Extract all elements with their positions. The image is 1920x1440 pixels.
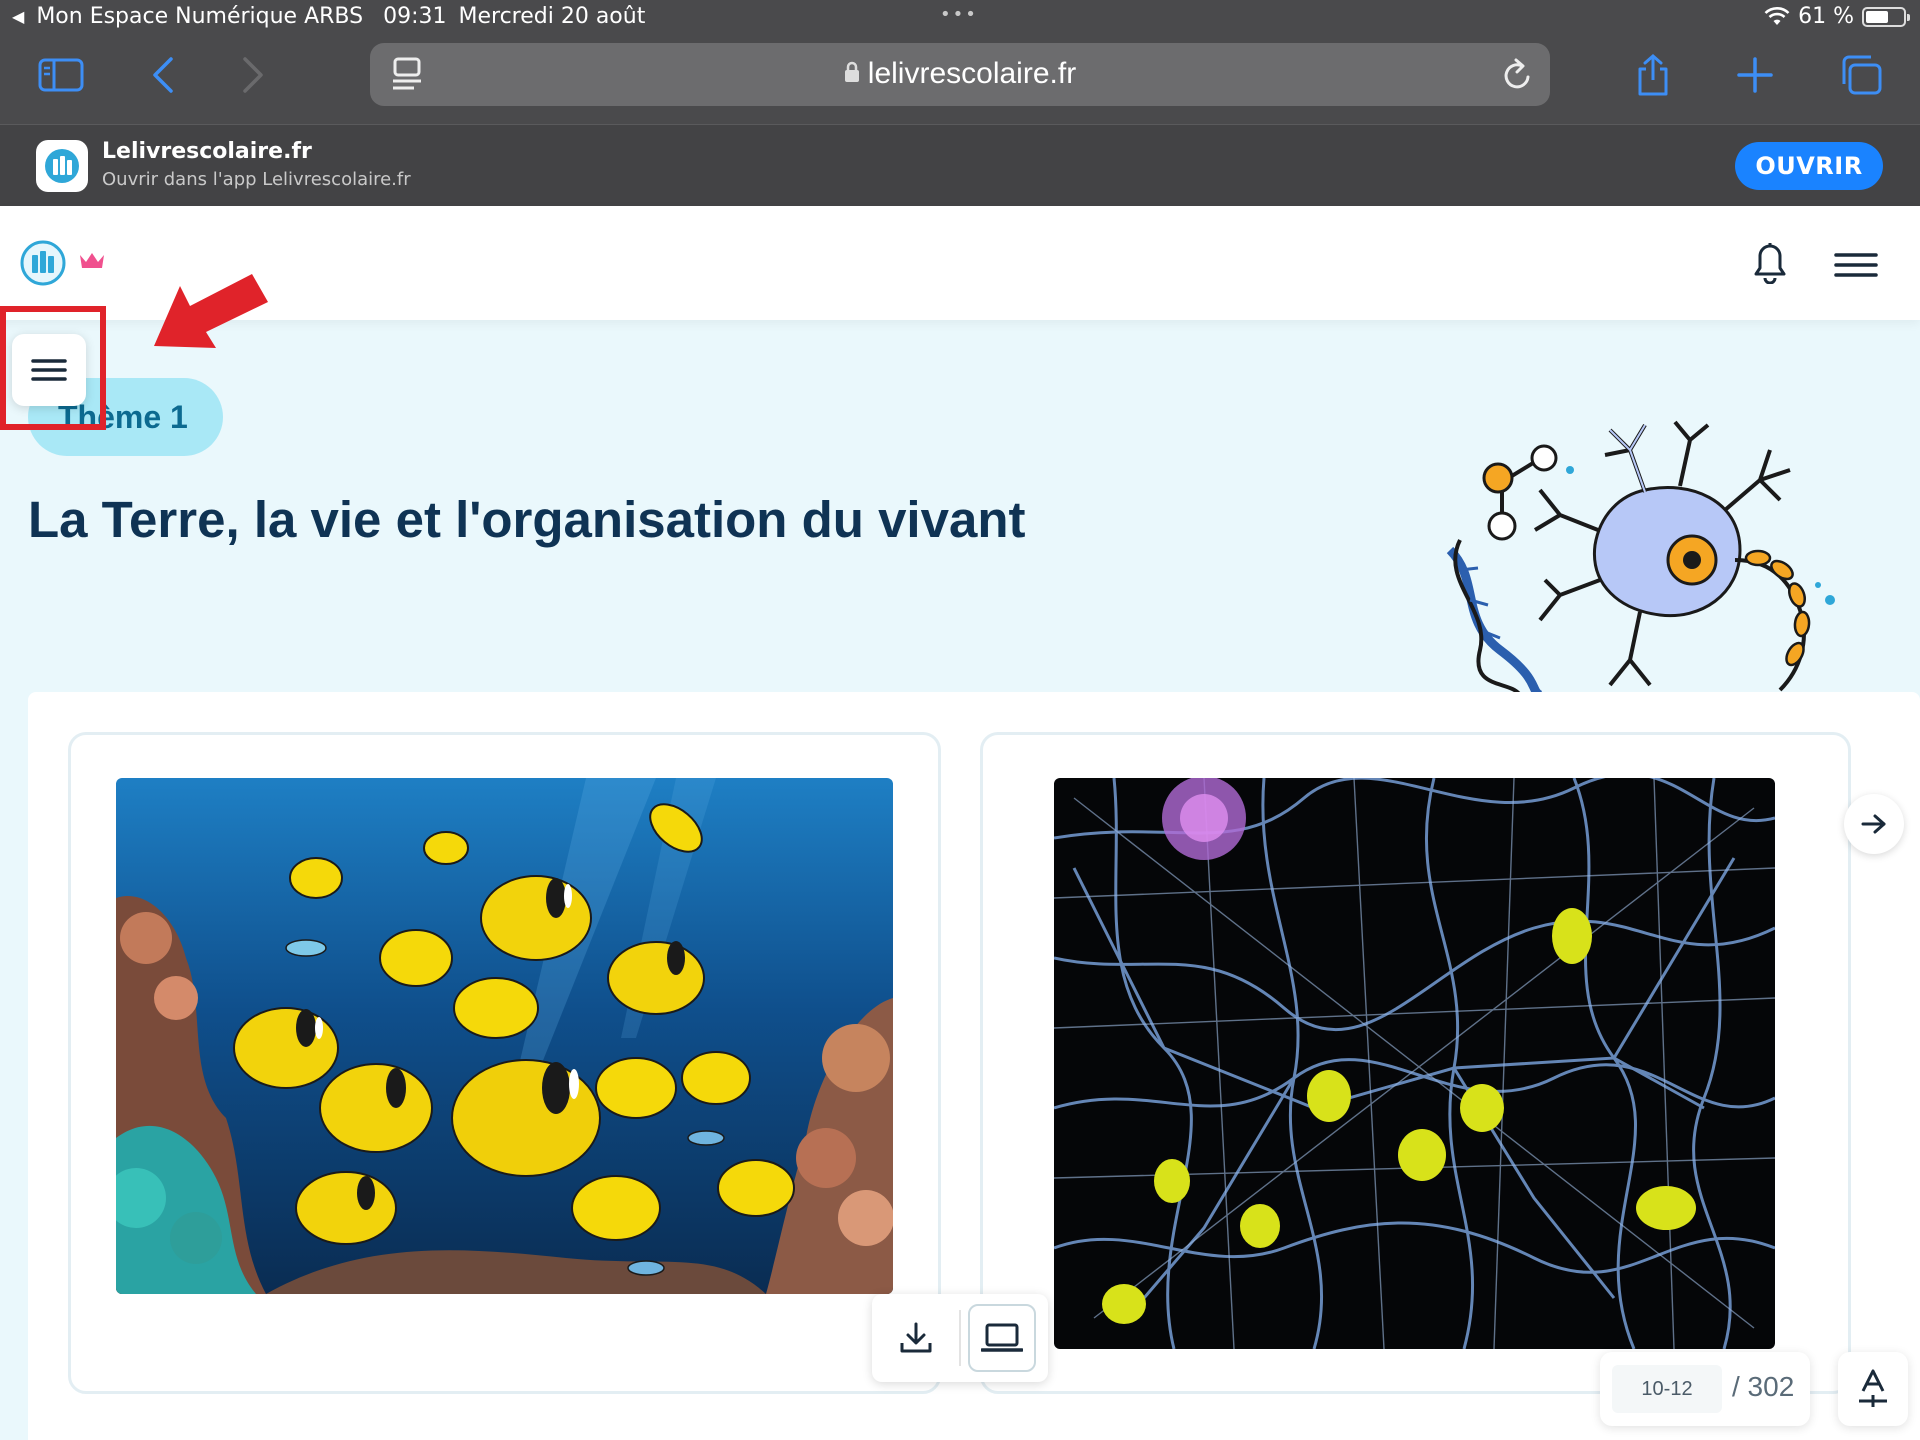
menu-icon[interactable] <box>1834 252 1878 282</box>
url-text: lelivrescolaire.fr <box>867 57 1077 90</box>
crown-icon <box>78 250 106 274</box>
laptop-icon <box>981 1323 1023 1352</box>
battery-percent: 61 % <box>1798 4 1854 29</box>
neuron-network-photo[interactable] <box>1054 778 1775 1349</box>
neuron-illustration <box>1440 420 1860 700</box>
wifi-icon <box>1764 6 1790 25</box>
back-to-app-label[interactable]: Mon Espace Numérique ARBS <box>36 4 363 29</box>
reef-fish-photo[interactable] <box>116 778 893 1294</box>
lock-icon <box>844 61 859 82</box>
address-bar[interactable]: lelivrescolaire.fr <box>370 43 1550 106</box>
browser-chrome: ◀ Mon Espace Numérique ARBS 09:31 Mercre… <box>0 0 1920 124</box>
logo-icon[interactable] <box>20 240 66 286</box>
status-time: 09:31 <box>383 4 447 29</box>
reload-icon[interactable] <box>1500 57 1534 97</box>
bell-icon[interactable] <box>1752 242 1788 288</box>
app-name: Lelivrescolaire.fr <box>102 139 312 164</box>
smart-app-banner: Lelivrescolaire.fr Ouvrir dans l'app Lel… <box>0 124 1920 206</box>
text-size-icon <box>1859 1369 1887 1407</box>
app-icon <box>36 140 88 192</box>
annotation-arrow-icon <box>150 270 275 354</box>
page-indicator: 10-12 / 302 <box>1600 1352 1810 1426</box>
status-bar: ◀ Mon Espace Numérique ARBS 09:31 Mercre… <box>0 0 1920 34</box>
tool-group <box>872 1294 1048 1382</box>
page-title: La Terre, la vie et l'organisation du vi… <box>28 491 1026 548</box>
multitasking-dots-icon[interactable]: ••• <box>940 4 978 25</box>
back-to-app-icon[interactable]: ◀ <box>12 7 24 26</box>
annotation-highlight-box <box>0 306 106 430</box>
sidebar-icon[interactable] <box>36 50 86 100</box>
app-subtitle: Ouvrir dans l'app Lelivrescolaire.fr <box>102 169 411 190</box>
status-right: 61 % <box>1764 4 1910 29</box>
page-number-input[interactable]: 10-12 <box>1612 1365 1722 1413</box>
open-app-button[interactable]: OUVRIR <box>1735 142 1883 190</box>
arrow-right-icon <box>1861 814 1886 834</box>
page-total: / 302 <box>1732 1371 1795 1402</box>
screen-mode-button[interactable] <box>968 1304 1036 1372</box>
forward-icon[interactable] <box>228 50 278 100</box>
download-icon <box>900 1322 932 1353</box>
back-icon[interactable] <box>138 50 188 100</box>
site-header <box>0 206 1920 320</box>
share-icon[interactable] <box>1628 50 1678 100</box>
new-tab-icon[interactable] <box>1730 50 1780 100</box>
status-left: ◀ Mon Espace Numérique ARBS 09:31 Mercre… <box>12 4 645 29</box>
text-settings-button[interactable] <box>1838 1352 1908 1426</box>
tool-separator <box>959 1310 961 1366</box>
tabs-icon[interactable] <box>1836 50 1886 100</box>
url-display[interactable]: lelivrescolaire.fr <box>370 57 1550 91</box>
battery-icon <box>1862 6 1910 27</box>
download-button[interactable] <box>882 1304 950 1372</box>
battery-fill <box>1866 10 1888 23</box>
status-date: Mercredi 20 août <box>458 4 646 29</box>
next-arrow-button[interactable] <box>1844 794 1904 854</box>
